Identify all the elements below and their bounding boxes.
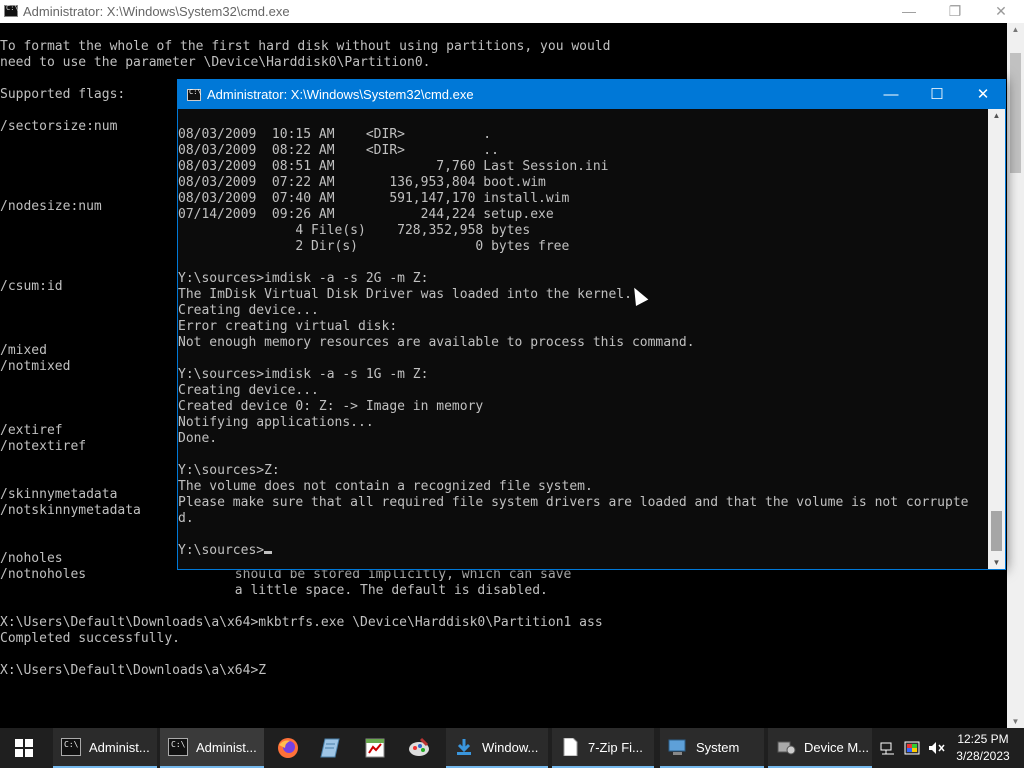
- network-icon[interactable]: [880, 740, 896, 756]
- taskbar-app-label: Device M...: [804, 740, 870, 755]
- scroll-up-arrow-icon[interactable]: ▲: [988, 111, 1005, 120]
- display-settings-icon[interactable]: [904, 740, 920, 756]
- close-button[interactable]: ✕: [978, 0, 1024, 23]
- document-icon: [560, 737, 580, 757]
- taskbar-app-system[interactable]: System: [660, 728, 764, 768]
- taskbar-app-label: System: [696, 740, 740, 755]
- taskbar-clock[interactable]: 12:25 PM 3/28/2023: [954, 731, 1012, 765]
- foreground-window-titlebar[interactable]: Administrator: X:\Windows\System32\cmd.e…: [178, 80, 1005, 109]
- paint-icon[interactable]: [407, 737, 431, 759]
- scroll-down-arrow-icon[interactable]: ▼: [1007, 717, 1024, 726]
- taskbar-app-label: 7-Zip Fi...: [588, 740, 643, 755]
- windows-logo-icon: [15, 739, 33, 757]
- scrollbar-thumb[interactable]: [991, 511, 1002, 551]
- scroll-down-arrow-icon[interactable]: ▼: [988, 558, 1005, 567]
- start-button[interactable]: [0, 728, 48, 768]
- cmd-icon: [4, 4, 19, 17]
- minimize-button[interactable]: —: [868, 80, 914, 109]
- system-tray: [880, 728, 950, 768]
- taskbar-app-cmd-1[interactable]: Administ...: [53, 728, 157, 768]
- foreground-cmd-window[interactable]: Administrator: X:\Windows\System32\cmd.e…: [177, 79, 1006, 570]
- background-window-titlebar[interactable]: Administrator: X:\Windows\System32\cmd.e…: [0, 0, 1024, 23]
- notepad-icon[interactable]: [319, 737, 343, 759]
- text-cursor: [264, 551, 273, 554]
- clock-time: 12:25 PM: [957, 732, 1009, 746]
- background-scrollbar[interactable]: ▲ ▼: [1007, 23, 1024, 728]
- download-icon: [454, 738, 474, 756]
- taskbar-app-device-manager[interactable]: Device M...: [768, 728, 872, 768]
- scrollbar-thumb[interactable]: [1010, 53, 1021, 173]
- spreadsheet-icon[interactable]: [363, 737, 387, 759]
- minimize-button[interactable]: —: [886, 0, 932, 23]
- maximize-button[interactable]: ☐: [914, 80, 960, 109]
- scroll-up-arrow-icon[interactable]: ▲: [1007, 25, 1024, 34]
- taskbar-app-label: Administ...: [196, 740, 257, 755]
- volume-muted-icon[interactable]: [928, 740, 946, 756]
- taskbar-app-windows[interactable]: Window...: [446, 728, 548, 768]
- clock-date: 3/28/2023: [956, 749, 1010, 763]
- taskbar-app-7zip[interactable]: 7-Zip Fi...: [552, 728, 654, 768]
- device-manager-icon: [776, 738, 796, 756]
- system-icon: [668, 738, 688, 756]
- command-prompt: Y:\sources>: [178, 543, 265, 558]
- cmd-icon: [168, 738, 188, 756]
- firefox-icon[interactable]: [276, 737, 300, 759]
- taskbar-app-cmd-2[interactable]: Administ...: [160, 728, 264, 768]
- cmd-icon: [187, 88, 202, 101]
- background-window-title: Administrator: X:\Windows\System32\cmd.e…: [23, 4, 290, 19]
- cmd-icon: [61, 738, 81, 756]
- taskbar-app-label: Administ...: [89, 740, 150, 755]
- maximize-button[interactable]: ❐: [932, 0, 978, 23]
- foreground-window-title: Administrator: X:\Windows\System32\cmd.e…: [207, 87, 474, 102]
- close-button[interactable]: ✕: [960, 80, 1006, 109]
- foreground-console-output[interactable]: 08/03/2009 10:15 AM <DIR> . 08/03/2009 0…: [178, 127, 969, 559]
- console-history: 08/03/2009 10:15 AM <DIR> . 08/03/2009 0…: [178, 127, 969, 526]
- foreground-scrollbar[interactable]: ▲ ▼: [988, 109, 1005, 569]
- taskbar: Administ... Administ... Window... 7-Zip …: [0, 728, 1024, 768]
- taskbar-app-label: Window...: [482, 740, 539, 755]
